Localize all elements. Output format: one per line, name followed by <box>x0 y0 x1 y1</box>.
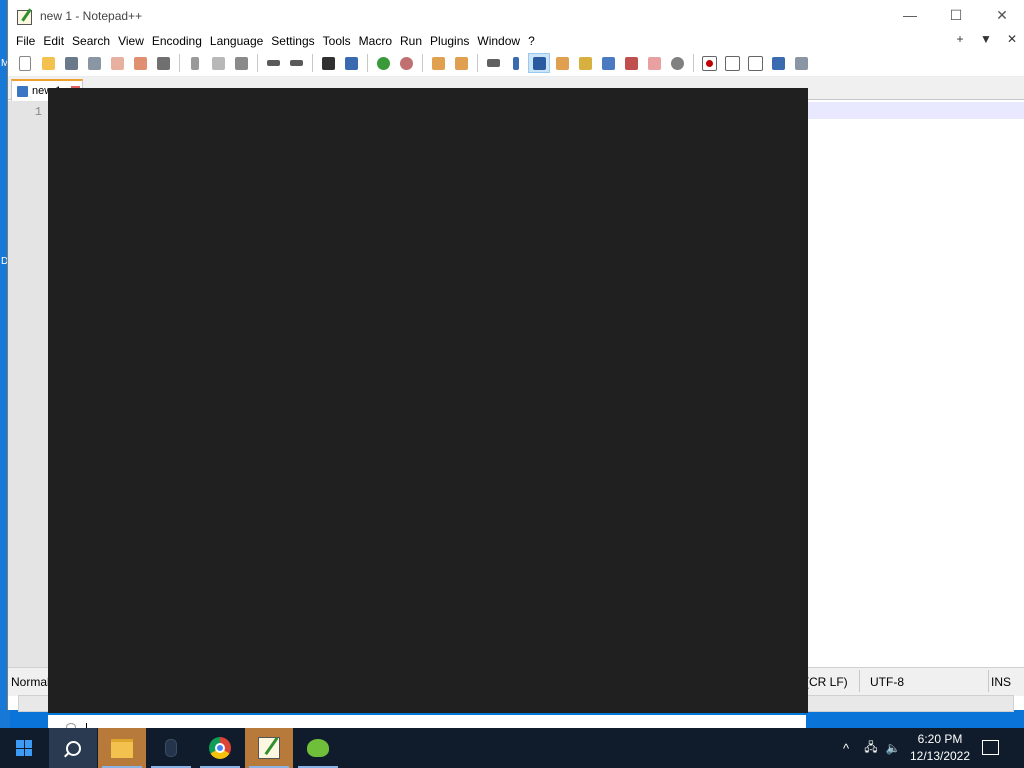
menu-tools[interactable]: Tools <box>323 34 359 48</box>
find-icon[interactable] <box>317 53 339 73</box>
status-divider <box>859 670 860 692</box>
folder-icon <box>111 738 133 758</box>
cut-icon[interactable] <box>184 53 206 73</box>
notification-center-icon[interactable] <box>982 740 999 755</box>
toolbar-separator <box>312 54 313 72</box>
save-macro-icon[interactable] <box>790 53 812 73</box>
redo-icon[interactable] <box>285 53 307 73</box>
close-button[interactable]: ✕ <box>979 0 1024 30</box>
taskbar-notepadpp[interactable] <box>245 728 293 768</box>
monitoring-icon[interactable] <box>666 53 688 73</box>
print-icon[interactable] <box>152 53 174 73</box>
notepadpp-app-icon[interactable] <box>16 8 34 25</box>
menu-bar: File Edit Search View Encoding Language … <box>8 32 1024 50</box>
toolbar-separator <box>257 54 258 72</box>
play-macro-icon[interactable] <box>744 53 766 73</box>
search-flyout-panel[interactable] <box>48 88 808 713</box>
taskbar-frog-app[interactable] <box>294 728 342 768</box>
tab-list-dropdown-icon[interactable]: ▼ <box>973 32 999 46</box>
new-tab-icon[interactable]: + <box>947 32 973 46</box>
taskbar-clock[interactable]: 6:20 PM 12/13/2022 <box>902 728 978 768</box>
menu-help[interactable]: ? <box>528 34 543 48</box>
paste-icon[interactable] <box>230 53 252 73</box>
clock-time: 6:20 PM <box>917 732 963 746</box>
toolbar-separator <box>422 54 423 72</box>
search-icon <box>65 740 81 756</box>
undo-icon[interactable] <box>262 53 284 73</box>
new-file-icon[interactable] <box>14 53 36 73</box>
status-insert-mode: INS <box>991 675 1012 689</box>
menu-view[interactable]: View <box>118 34 152 48</box>
close-tab-icon[interactable]: ✕ <box>999 32 1024 46</box>
status-divider <box>988 670 989 692</box>
taskbar: ^ 🖧 🔈 6:20 PM 12/13/2022 <box>0 728 1024 768</box>
frog-icon <box>307 739 329 757</box>
zoom-out-icon[interactable] <box>395 53 417 73</box>
doc-map-icon[interactable] <box>574 53 596 73</box>
tray-overflow-chevron-icon[interactable]: ^ <box>836 728 856 768</box>
menu-edit[interactable]: Edit <box>43 34 72 48</box>
taskbar-file-explorer[interactable] <box>98 728 146 768</box>
close-all-icon[interactable] <box>129 53 151 73</box>
maximize-button[interactable]: ☐ <box>933 0 979 30</box>
title-bar[interactable]: new 1 - Notepad++ — ☐ ✕ <box>8 0 1024 32</box>
clock-date: 12/13/2022 <box>909 749 971 763</box>
menu-language[interactable]: Language <box>210 34 271 48</box>
sync-vertical-icon[interactable] <box>427 53 449 73</box>
menu-plugins[interactable]: Plugins <box>430 34 477 48</box>
open-file-icon[interactable] <box>37 53 59 73</box>
toolbar-separator <box>477 54 478 72</box>
save-all-icon[interactable] <box>83 53 105 73</box>
show-all-chars-icon[interactable] <box>505 53 527 73</box>
menu-search[interactable]: Search <box>72 34 118 48</box>
toolbar-separator <box>179 54 180 72</box>
copy-icon[interactable] <box>207 53 229 73</box>
word-wrap-icon[interactable] <box>482 53 504 73</box>
notepadpp-icon <box>258 737 280 759</box>
toolbar-separator <box>693 54 694 72</box>
indent-guide-icon[interactable] <box>528 53 550 73</box>
mouse-icon <box>165 739 177 757</box>
status-encoding: UTF-8 <box>870 675 904 689</box>
line-number: 1 <box>34 105 42 119</box>
volume-icon[interactable]: 🔈 <box>883 728 903 768</box>
chrome-icon <box>209 737 231 759</box>
folder-workspace-icon[interactable] <box>643 53 665 73</box>
sync-horizontal-icon[interactable] <box>450 53 472 73</box>
menu-encoding[interactable]: Encoding <box>152 34 210 48</box>
menu-window[interactable]: Window <box>477 34 528 48</box>
start-button[interactable] <box>0 728 48 768</box>
toolbar <box>8 50 1024 77</box>
menu-settings[interactable]: Settings <box>271 34 322 48</box>
close-file-icon[interactable] <box>106 53 128 73</box>
menu-run[interactable]: Run <box>400 34 430 48</box>
taskbar-mouse-app[interactable] <box>147 728 195 768</box>
toolbar-separator <box>367 54 368 72</box>
record-macro-icon[interactable] <box>698 53 720 73</box>
line-number-gutter: 1 <box>8 101 48 667</box>
windows-logo-icon <box>16 740 32 756</box>
save-icon[interactable] <box>60 53 82 73</box>
save-status-icon <box>17 85 28 97</box>
taskbar-search-button[interactable] <box>49 728 97 768</box>
minimize-button[interactable]: — <box>887 0 933 30</box>
replace-icon[interactable] <box>340 53 362 73</box>
udl-icon[interactable] <box>551 53 573 73</box>
function-list-icon[interactable] <box>620 53 642 73</box>
stop-macro-icon[interactable] <box>721 53 743 73</box>
menu-macro[interactable]: Macro <box>359 34 400 48</box>
window-title: new 1 - Notepad++ <box>40 9 143 23</box>
run-macro-multiple-icon[interactable] <box>767 53 789 73</box>
zoom-in-icon[interactable] <box>372 53 394 73</box>
network-icon[interactable]: 🖧 <box>860 728 882 768</box>
doc-list-icon[interactable] <box>597 53 619 73</box>
taskbar-chrome[interactable] <box>196 728 244 768</box>
menu-file[interactable]: File <box>16 34 43 48</box>
